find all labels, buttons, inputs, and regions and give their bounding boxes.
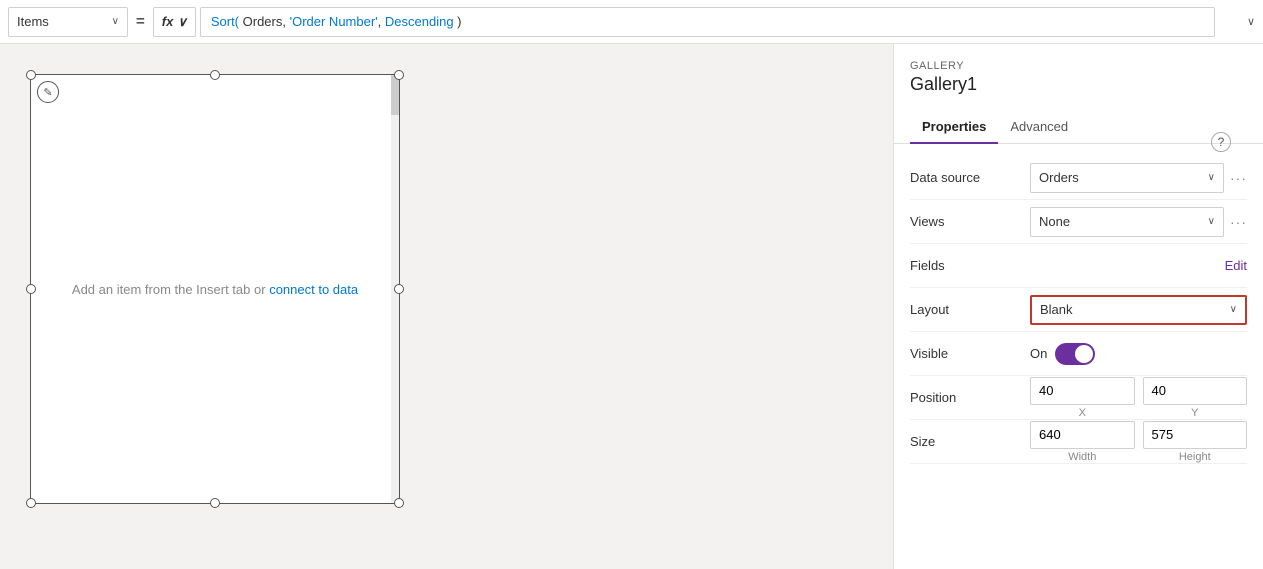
size-height-input: 575 Height: [1143, 421, 1248, 463]
help-icon[interactable]: ?: [1211, 132, 1231, 152]
size-width-value[interactable]: 640: [1030, 421, 1135, 449]
position-y-input: 40 Y: [1143, 377, 1248, 419]
size-height-value[interactable]: 575: [1143, 421, 1248, 449]
layout-select[interactable]: Blank ∨: [1030, 295, 1247, 325]
fields-label: Fields: [910, 258, 1030, 273]
views-more-icon[interactable]: ···: [1230, 214, 1247, 230]
prop-row-views: Views None ∨ ···: [910, 200, 1247, 244]
right-panel: GALLERY Gallery1 ? Properties Advanced D…: [893, 44, 1263, 569]
size-label: Size: [910, 434, 1030, 449]
visible-label: Visible: [910, 346, 1030, 361]
views-control: None ∨ ···: [1030, 207, 1247, 237]
position-control: 40 X 40 Y: [1030, 377, 1247, 419]
views-select[interactable]: None ∨: [1030, 207, 1224, 237]
fields-control: Edit: [1030, 258, 1247, 273]
position-x-value[interactable]: 40: [1030, 377, 1135, 405]
panel-title: Gallery1: [910, 74, 977, 95]
gallery-box[interactable]: ✎ Add an item from the Insert tab or con…: [30, 74, 400, 504]
handle-middle-left[interactable]: [26, 284, 36, 294]
canvas-area: ✎ Add an item from the Insert tab or con…: [0, 44, 893, 569]
prop-row-datasource: Data source Orders ∨ ···: [910, 156, 1247, 200]
layout-arrow-icon: ∨: [1230, 304, 1237, 315]
properties-section: Data source Orders ∨ ··· Views None ∨: [894, 144, 1263, 476]
handle-bottom-left[interactable]: [26, 498, 36, 508]
views-label: Views: [910, 214, 1030, 229]
views-arrow-icon: ∨: [1208, 216, 1215, 227]
visible-control: On: [1030, 343, 1247, 365]
size-width-input: 640 Width: [1030, 421, 1135, 463]
placeholder-connector: or: [254, 282, 269, 297]
equals-sign: =: [136, 13, 145, 30]
tab-properties[interactable]: Properties: [910, 111, 998, 144]
panel-header-row: GALLERY Gallery1 ?: [910, 60, 1247, 95]
top-bar: Items ∨ = fx ∨ Sort( Orders, 'Order Numb…: [0, 0, 1263, 44]
visible-on-label: On: [1030, 346, 1047, 361]
position-y-value[interactable]: 40: [1143, 377, 1248, 405]
formula-text: Sort( Orders, 'Order Number', Descending…: [211, 14, 462, 29]
position-x-label: X: [1030, 407, 1135, 419]
prop-row-layout: Layout Blank ∨: [910, 288, 1247, 332]
fields-edit-link[interactable]: Edit: [1225, 258, 1247, 273]
datasource-arrow-icon: ∨: [1208, 172, 1215, 183]
end-chevron-icon[interactable]: ∨: [1247, 15, 1255, 28]
position-x-input: 40 X: [1030, 377, 1135, 419]
scrollbar-thumb[interactable]: [391, 75, 399, 115]
prop-row-fields: Fields Edit: [910, 244, 1247, 288]
gallery-placeholder: Add an item from the Insert tab or conne…: [31, 75, 399, 503]
handle-top-right[interactable]: [394, 70, 404, 80]
layout-label: Layout: [910, 302, 1030, 317]
size-height-label: Height: [1143, 451, 1248, 463]
position-label: Position: [910, 390, 1030, 405]
size-width-label: Width: [1030, 451, 1135, 463]
items-label: Items: [17, 14, 106, 29]
toggle-container: On: [1030, 343, 1095, 365]
datasource-value: Orders: [1039, 170, 1079, 185]
edit-icon[interactable]: ✎: [37, 81, 59, 103]
visible-toggle[interactable]: [1055, 343, 1095, 365]
tab-advanced[interactable]: Advanced: [998, 111, 1080, 144]
handle-top-center[interactable]: [210, 70, 220, 80]
main-area: ✎ Add an item from the Insert tab or con…: [0, 44, 1263, 569]
datasource-label: Data source: [910, 170, 1030, 185]
items-dropdown[interactable]: Items ∨: [8, 7, 128, 37]
position-y-label: Y: [1143, 407, 1248, 419]
views-value: None: [1039, 214, 1070, 229]
placeholder-text: Add an item from the Insert tab or conne…: [72, 282, 358, 297]
gallery-label: GALLERY: [910, 60, 977, 72]
placeholder-static: Add an item from the Insert tab: [72, 282, 250, 297]
top-bar-end: ∨: [1215, 15, 1255, 28]
fx-button[interactable]: fx ∨: [153, 7, 196, 37]
handle-top-left[interactable]: [26, 70, 36, 80]
formula-bar[interactable]: Sort( Orders, 'Order Number', Descending…: [200, 7, 1215, 37]
datasource-control: Orders ∨ ···: [1030, 163, 1247, 193]
size-control: 640 Width 575 Height: [1030, 421, 1247, 463]
layout-control: Blank ∨: [1030, 295, 1247, 325]
fx-label: fx: [162, 14, 174, 29]
tabs-row: Properties Advanced: [894, 111, 1263, 144]
datasource-select[interactable]: Orders ∨: [1030, 163, 1224, 193]
toggle-thumb: [1075, 345, 1093, 363]
handle-middle-right[interactable]: [394, 284, 404, 294]
items-dropdown-arrow: ∨: [112, 16, 119, 27]
prop-row-size: Size 640 Width 575 Height: [910, 420, 1247, 464]
connect-to-data-link[interactable]: connect to data: [269, 282, 358, 297]
panel-header: GALLERY Gallery1 ?: [894, 44, 1263, 103]
size-row: 640 Width 575 Height: [1030, 421, 1247, 463]
prop-row-visible: Visible On: [910, 332, 1247, 376]
layout-value: Blank: [1040, 302, 1073, 317]
prop-row-position: Position 40 X 40 Y: [910, 376, 1247, 420]
datasource-more-icon[interactable]: ···: [1230, 170, 1247, 186]
position-row: 40 X 40 Y: [1030, 377, 1247, 419]
panel-header-content: GALLERY Gallery1: [910, 60, 977, 95]
handle-bottom-center[interactable]: [210, 498, 220, 508]
handle-bottom-right[interactable]: [394, 498, 404, 508]
canvas-frame: ✎ Add an item from the Insert tab or con…: [20, 64, 780, 554]
fx-chevron: ∨: [177, 14, 187, 30]
